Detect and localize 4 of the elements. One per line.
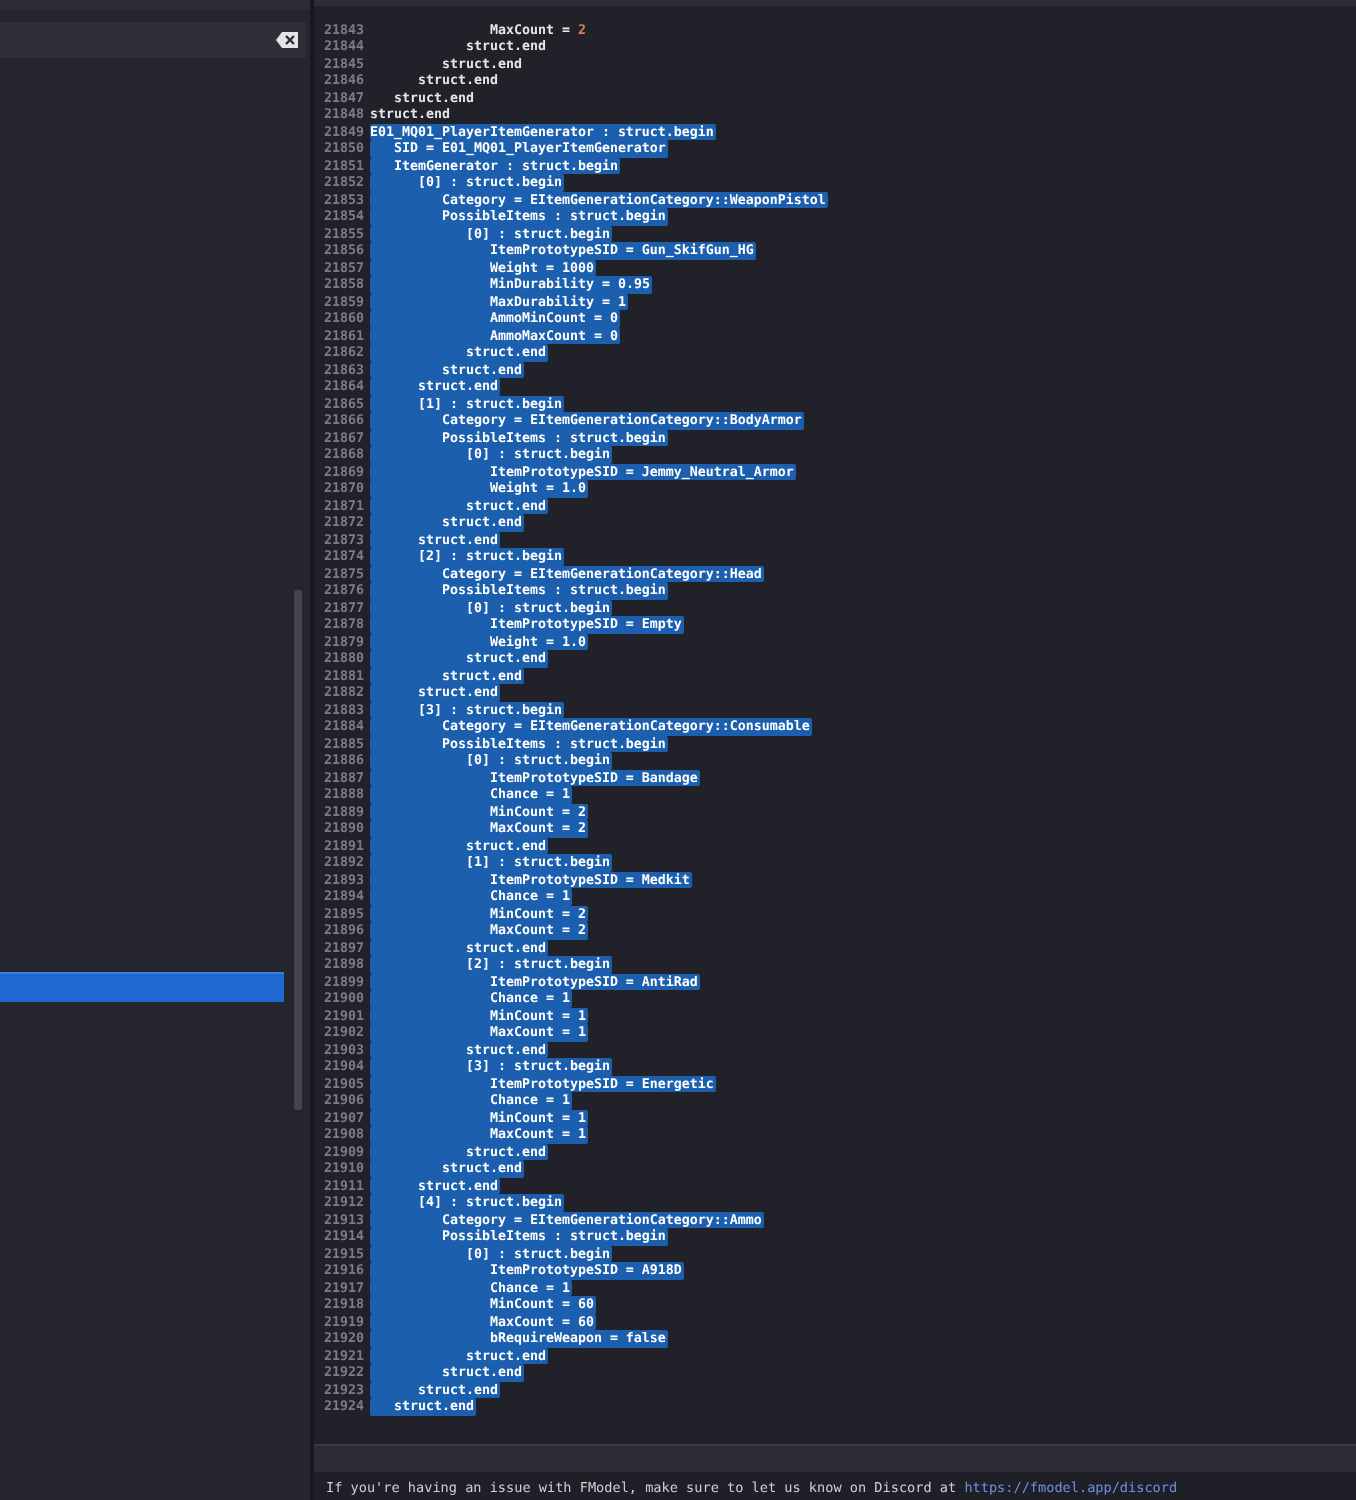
scrollbar-thumb[interactable] <box>294 590 302 1110</box>
search-field[interactable] <box>0 22 306 58</box>
code-editor[interactable] <box>314 0 1356 1446</box>
clear-icon[interactable] <box>276 32 298 48</box>
